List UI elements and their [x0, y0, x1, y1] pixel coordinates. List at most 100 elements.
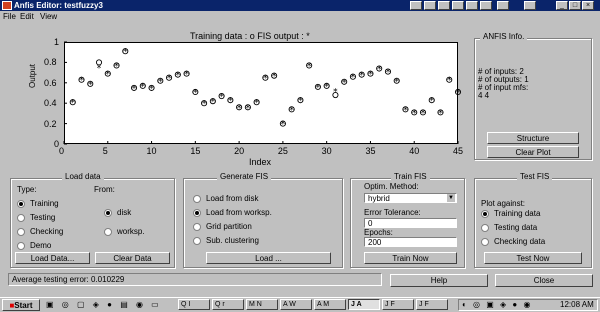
structure-button[interactable]: Structure: [487, 132, 579, 144]
optim-method-label: Optim. Method:: [364, 182, 419, 191]
fis-output-point: *: [71, 99, 76, 109]
fis-output-point: *: [158, 77, 163, 87]
fis-output-point: *: [246, 104, 251, 114]
test-fis-title: Test FIS: [517, 172, 553, 181]
y-tick-label: 1: [54, 37, 60, 47]
x-tick-label: 0: [59, 146, 65, 156]
fis-output-point: *: [97, 64, 102, 74]
x-tick-label: 40: [409, 146, 420, 156]
fis-output-point: *: [88, 80, 93, 90]
radio-checking[interactable]: [17, 228, 25, 236]
radio-load-from-worksp-label: Load from worksp.: [206, 208, 272, 217]
radio-test-testing-data-label: Testing data: [494, 223, 538, 232]
x-tick-label: 25: [277, 146, 288, 156]
load-data-title: Load data: [62, 172, 104, 181]
radio-test-checking-data[interactable]: [481, 238, 489, 246]
x-tick-label: 30: [321, 146, 332, 156]
fis-output-point: *: [114, 62, 119, 72]
fis-output-point: *: [211, 98, 216, 108]
fis-output-point: *: [456, 88, 461, 98]
radio-load-from-disk[interactable]: [193, 195, 201, 203]
fis-output-point: *: [421, 109, 426, 119]
test-now-button[interactable]: Test Now: [484, 252, 582, 264]
fis-output-point: *: [193, 88, 198, 98]
fis-output-point: *: [132, 84, 137, 94]
radio-test-training-data[interactable]: [481, 210, 489, 218]
fis-output-point: *: [351, 73, 356, 83]
quick-launch-icons[interactable]: ▣ ◎ ▢ ◈ ● ▤ ◉ ▭: [46, 300, 162, 309]
tray-icons[interactable]: ◐ ◎ ▣ ◈ ● ◉: [462, 300, 532, 309]
taskbar-task-5[interactable]: A M: [314, 299, 346, 310]
fis-output-point: *: [272, 72, 277, 82]
train-fis-title: Train FIS: [391, 172, 430, 181]
error-tolerance-label: Error Tolerance:: [364, 208, 421, 217]
radio-worksp[interactable]: [104, 228, 112, 236]
x-tick-label: 15: [190, 146, 201, 156]
fis-output-point: *: [342, 78, 347, 88]
error-tolerance-field[interactable]: 0: [364, 218, 457, 228]
from-label: From:: [94, 185, 115, 194]
radio-testing[interactable]: [17, 214, 25, 222]
close-button[interactable]: Close: [495, 274, 593, 287]
train-now-button[interactable]: Train Now: [364, 252, 457, 264]
load-data-button[interactable]: Load Data...: [15, 252, 90, 264]
fis-output-point: *: [368, 70, 373, 80]
taskbar-task-1[interactable]: Q I: [178, 299, 210, 310]
radio-test-testing-data[interactable]: [481, 224, 489, 232]
fis-output-point: *: [263, 74, 268, 84]
radio-load-from-worksp[interactable]: [193, 209, 201, 217]
x-tick-label: 5: [102, 146, 108, 156]
radio-test-training-data-label: Training data: [494, 209, 541, 218]
status-text: Average testing error: 0.010229: [8, 273, 382, 286]
clear-data-button[interactable]: Clear Data: [95, 252, 170, 264]
fis-output-point: *: [386, 68, 391, 78]
fis-output-point: *: [184, 70, 189, 80]
fis-output-point: *: [202, 100, 207, 110]
x-tick-label: 45: [453, 146, 464, 156]
radio-grid-partition[interactable]: [193, 223, 201, 231]
fis-output-point: *: [289, 106, 294, 116]
load-fis-button[interactable]: Load ...: [206, 252, 331, 264]
taskbar-task-3[interactable]: M N: [246, 299, 278, 310]
radio-demo-label: Demo: [30, 241, 52, 250]
fis-output-point: *: [377, 65, 382, 75]
radio-disk-label: disk: [117, 208, 132, 217]
taskbar-task-6-active[interactable]: J A: [348, 299, 380, 310]
start-button[interactable]: ■Start: [2, 299, 40, 311]
epochs-field[interactable]: 200: [364, 237, 457, 247]
fis-output-point: *: [167, 74, 172, 84]
y-tick-label: 0.2: [44, 118, 57, 129]
info-mf-counts: 4 4: [478, 91, 490, 100]
anfis-info-title: ANFIS Info.: [480, 32, 528, 41]
radio-demo[interactable]: [17, 242, 25, 250]
radio-disk[interactable]: [104, 209, 112, 217]
fis-output-point: *: [149, 84, 154, 94]
taskbar-task-8[interactable]: J F: [416, 299, 448, 310]
generate-fis-title: Generate FIS: [217, 172, 272, 181]
radio-worksp-label: worksp.: [117, 227, 145, 236]
fis-output-point: *: [412, 109, 417, 119]
taskbar-task-2[interactable]: Q r: [212, 299, 244, 310]
fis-output-point: *: [176, 71, 181, 81]
y-tick-label: 0.4: [44, 98, 57, 109]
clear-plot-button[interactable]: Clear Plot: [487, 146, 579, 158]
epochs-label: Epochs:: [364, 228, 393, 237]
fis-output-point: *: [228, 97, 233, 107]
dropdown-arrow-icon: ▼: [447, 194, 455, 202]
radio-grid-partition-label: Grid partition: [206, 222, 252, 231]
fis-output-point: *: [359, 71, 364, 81]
help-button[interactable]: Help: [390, 274, 488, 287]
fis-output-point: *: [307, 62, 312, 72]
radio-training[interactable]: [17, 200, 25, 208]
x-axis-label: Index: [249, 157, 272, 167]
fis-output-point: *: [298, 97, 303, 107]
fis-output-point: *: [123, 48, 128, 58]
radio-sub-clustering[interactable]: [193, 237, 201, 245]
x-tick-label: 20: [234, 146, 245, 156]
taskbar-task-7[interactable]: J F: [382, 299, 414, 310]
radio-training-label: Training: [30, 199, 59, 208]
taskbar-task-4[interactable]: A W: [280, 299, 312, 310]
y-axis-label: Output: [28, 63, 37, 88]
fis-output-point: *: [237, 104, 242, 114]
optim-method-select[interactable]: hybrid ▼: [364, 193, 457, 203]
